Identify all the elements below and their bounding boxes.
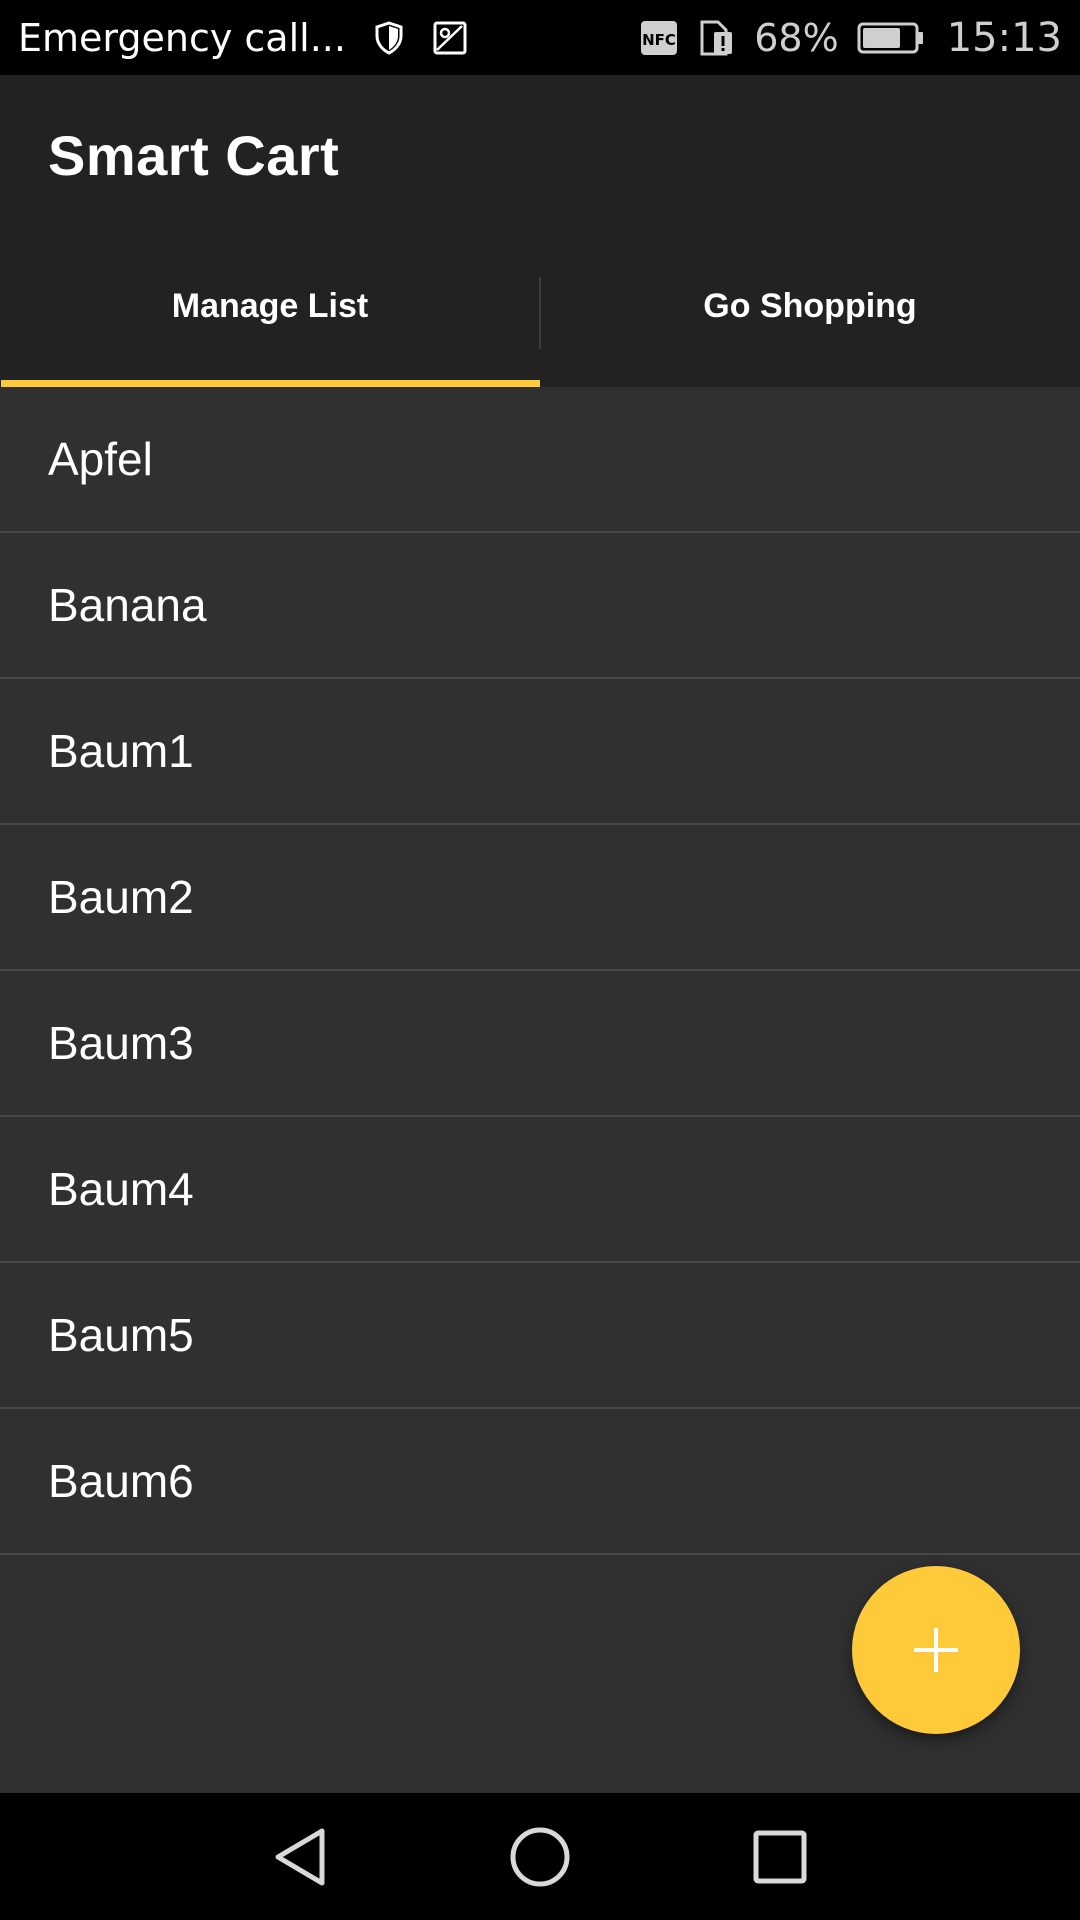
clock: 15:13 — [946, 14, 1062, 61]
recents-button[interactable] — [730, 1807, 830, 1907]
image-icon — [432, 20, 468, 56]
list-item-label: Banana — [48, 579, 207, 631]
tab-label: Go Shopping — [703, 286, 917, 325]
carrier-text: Emergency call... — [18, 15, 346, 60]
list-item-label: Baum5 — [48, 1309, 194, 1361]
list-item-label: Apfel — [48, 433, 153, 485]
list-item-label: Baum2 — [48, 871, 194, 923]
sim-alert-icon — [696, 18, 736, 58]
list-item[interactable]: Baum1 — [0, 679, 1080, 825]
plus-icon — [912, 1626, 960, 1674]
svg-text:NFC: NFC — [642, 31, 676, 49]
home-icon — [509, 1826, 571, 1888]
nfc-icon: NFC — [640, 20, 678, 56]
list-item[interactable]: Banana — [0, 533, 1080, 679]
tab-label: Manage List — [171, 286, 369, 325]
battery-icon — [857, 21, 925, 55]
list-item[interactable]: Baum5 — [0, 1263, 1080, 1409]
list-item-label: Baum6 — [48, 1455, 194, 1507]
list-item-label: Baum3 — [48, 1017, 194, 1069]
battery-percent: 68% — [754, 15, 839, 60]
tab-go-shopping[interactable]: Go Shopping — [540, 235, 1080, 387]
app-bar: Smart Cart — [0, 75, 1080, 235]
add-item-button[interactable] — [852, 1566, 1020, 1734]
back-button[interactable] — [250, 1807, 350, 1907]
status-bar: Emergency call... NFC 68% 15:13 — [0, 0, 1080, 75]
recents-icon — [753, 1830, 807, 1884]
tab-manage-list[interactable]: Manage List — [0, 235, 540, 387]
system-nav-bar — [0, 1793, 1080, 1920]
home-button[interactable] — [490, 1807, 590, 1907]
back-icon — [272, 1827, 328, 1887]
list-item[interactable]: Baum2 — [0, 825, 1080, 971]
list-item[interactable]: Baum3 — [0, 971, 1080, 1117]
list-item-label: Baum4 — [48, 1163, 194, 1215]
page-title: Smart Cart — [48, 123, 340, 187]
shield-icon — [374, 20, 404, 55]
status-right: NFC 68% 15:13 — [640, 15, 1062, 61]
list-item[interactable]: Apfel — [0, 387, 1080, 533]
list-item-label: Baum1 — [48, 725, 194, 777]
list-item[interactable]: Baum4 — [0, 1117, 1080, 1263]
list-item[interactable]: Baum6 — [0, 1409, 1080, 1555]
status-left: Emergency call... — [18, 16, 468, 60]
tab-bar: Manage List Go Shopping — [0, 235, 1080, 387]
